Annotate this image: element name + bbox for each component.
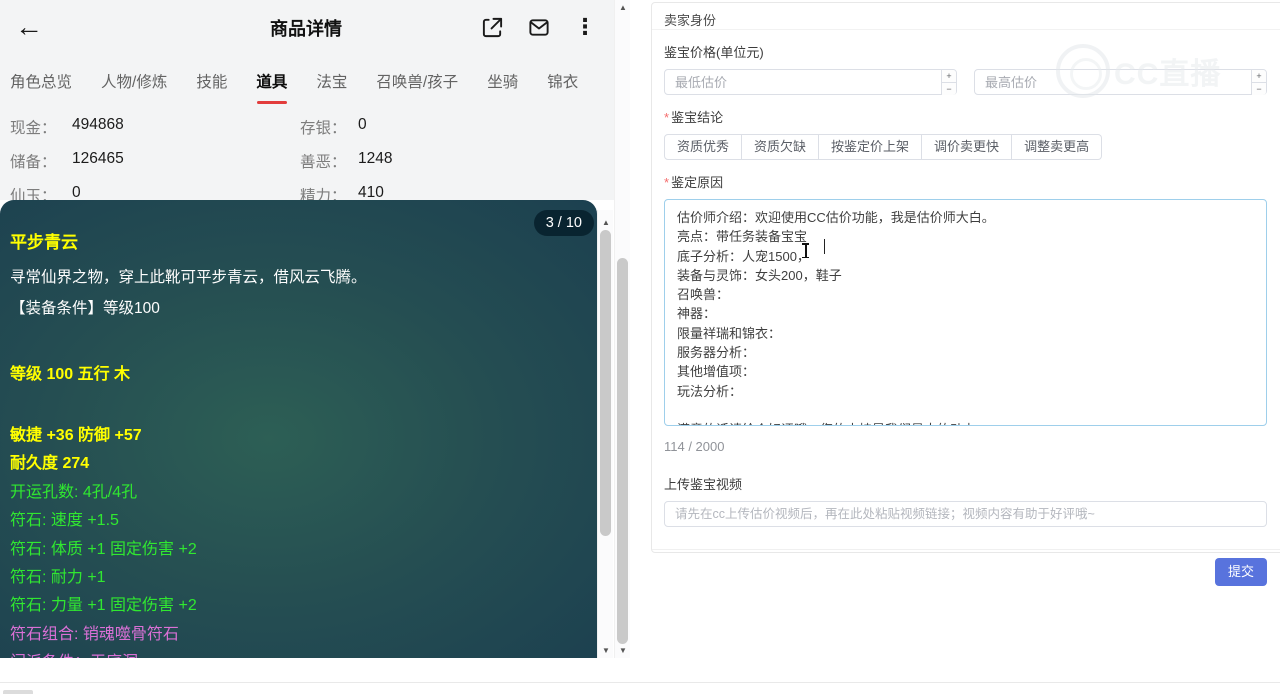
btn-adjust-sell-higher[interactable]: 调整卖更高 xyxy=(1012,134,1103,160)
reason-label: 鉴定原因 xyxy=(664,172,1267,191)
item-name: 平步青云 xyxy=(10,233,78,252)
item-attr-line: 符石组合: 销魂噬骨符石 xyxy=(10,625,179,643)
ibeam-cursor-icon xyxy=(801,243,810,258)
seller-identity-header: 卖家身份 xyxy=(652,3,1280,30)
decrement-icon[interactable]: − xyxy=(942,83,956,95)
char-counter: 114 / 2000 xyxy=(664,439,725,454)
header-actions: ⋮ xyxy=(481,14,596,40)
appraisal-form-card: 卖家身份 鉴宝价格(单位元) + − + − xyxy=(651,2,1280,586)
item-detail-panel: ← 商品详情 ⋮ 角色总览 人物/修炼 技能 道具 法宝 召唤兽/孩子 坐骑 锦… xyxy=(0,0,630,658)
item-attr-line: 符石: 耐力 +1 xyxy=(10,569,106,587)
stat-row: 储备： 126465 善恶： 1248 xyxy=(10,144,610,178)
btn-quality-lacking[interactable]: 资质欠缺 xyxy=(742,134,820,160)
stat-row: 现金： 494868 存银： 0 xyxy=(10,110,610,144)
price-inputs-row: + − + − xyxy=(664,69,1267,95)
item-pagination-badge: 3 / 10 xyxy=(533,210,594,236)
tab-items[interactable]: 道具 xyxy=(256,70,287,104)
max-price-input[interactable] xyxy=(975,70,1250,94)
scroll-up-icon[interactable]: ▲ xyxy=(598,218,614,227)
conclusion-button-group: 资质优秀 资质欠缺 按鉴定价上架 调价卖更快 调整卖更高 xyxy=(664,134,1103,160)
item-attributes: 敏捷 +36 防御 +57 耐久度 274 开运孔数: 4孔/4孔 符石: 速度… xyxy=(10,422,583,658)
max-price-spinner: + − xyxy=(1251,70,1266,95)
item-detail-card: 3 / 10 平步青云 寻常仙界之物，穿上此靴可平步青云，借风云飞腾。 【装备条… xyxy=(0,200,597,658)
scroll-down-icon[interactable]: ▼ xyxy=(615,646,631,655)
active-tab-underline xyxy=(256,101,287,104)
min-price-input-wrap: + − xyxy=(664,69,957,95)
item-equip-condition: 【装备条件】等级100 xyxy=(10,300,160,317)
app-root: ← 商品详情 ⋮ 角色总览 人物/修炼 技能 道具 法宝 召唤兽/孩子 坐骑 锦… xyxy=(0,0,1280,694)
item-attr-line: 开运孔数: 4孔/4孔 xyxy=(10,483,138,501)
btn-list-at-appraisal-price[interactable]: 按鉴定价上架 xyxy=(819,134,923,160)
character-stats: 现金： 494868 存银： 0 储备： 126465 善恶： 1248 仙玉： 0 精力… xyxy=(10,110,610,212)
btn-quality-excellent[interactable]: 资质优秀 xyxy=(664,134,743,160)
item-description: 寻常仙界之物，穿上此靴可平步青云，借风云飞腾。 xyxy=(10,269,367,286)
bottom-divider xyxy=(0,682,1280,683)
btn-adjust-price-sell-faster[interactable]: 调价卖更快 xyxy=(922,134,1013,160)
video-link-input[interactable] xyxy=(664,501,1267,527)
scroll-up-icon[interactable]: ▲ xyxy=(615,3,631,12)
stat-karma: 善恶： 1248 xyxy=(300,150,393,171)
form-body: 鉴宝价格(单位元) + − + − 鉴宝结论 xyxy=(652,42,1280,527)
min-price-input[interactable] xyxy=(665,70,940,94)
increment-icon[interactable]: + xyxy=(1252,70,1266,83)
item-attr-line: 门派条件：无底洞 xyxy=(10,649,583,658)
tab-treasures[interactable]: 法宝 xyxy=(316,70,347,104)
video-label: 上传鉴宝视频 xyxy=(664,477,743,492)
max-price-input-wrap: + − xyxy=(974,69,1267,95)
panel-scrollbar[interactable]: ▲ ▼ xyxy=(614,0,630,658)
tab-clothes[interactable]: 锦衣 xyxy=(547,70,578,104)
category-tabs: 角色总览 人物/修炼 技能 道具 法宝 召唤兽/孩子 坐骑 锦衣 xyxy=(10,70,578,104)
tab-character-cultivation[interactable]: 人物/修炼 xyxy=(101,70,167,104)
form-footer: 提交 xyxy=(652,549,1280,586)
decrement-icon[interactable]: − xyxy=(1252,83,1266,95)
scroll-down-icon[interactable]: ▼ xyxy=(598,646,614,655)
stat-deposit: 存银： 0 xyxy=(300,116,367,137)
envelope-icon[interactable] xyxy=(527,16,551,39)
kebab-menu-icon[interactable]: ⋮ xyxy=(574,14,596,40)
price-label: 鉴宝价格(单位元) xyxy=(664,45,764,60)
card-scrollbar[interactable]: ▲ ▼ xyxy=(597,210,613,658)
tab-summons-children[interactable]: 召唤兽/孩子 xyxy=(376,70,458,104)
tab-skills[interactable]: 技能 xyxy=(196,70,227,104)
panel-scrollbar-thumb[interactable] xyxy=(617,258,628,644)
item-attr-line: 符石: 体质 +1 固定伤害 +2 xyxy=(10,540,197,558)
item-attr-line: 符石: 力量 +1 固定伤害 +2 xyxy=(10,597,197,615)
conclusion-label: 鉴宝结论 xyxy=(664,107,1267,126)
partial-bottom-element xyxy=(3,690,33,694)
min-price-spinner: + − xyxy=(941,70,956,95)
text-caret xyxy=(824,239,825,254)
tab-mounts[interactable]: 坐骑 xyxy=(487,70,518,104)
item-attr-line: 耐久度 274 xyxy=(10,455,90,473)
tab-character-overview[interactable]: 角色总览 xyxy=(10,70,72,104)
item-attr-line: 敏捷 +36 防御 +57 xyxy=(10,427,142,444)
appraisal-reason-textarea[interactable]: 估价师介绍：欢迎使用CC估价功能，我是估价师大白。 亮点：带任务装备宝宝 底子分… xyxy=(664,199,1267,426)
stat-reserve: 储备： 126465 xyxy=(10,150,124,171)
submit-button[interactable]: 提交 xyxy=(1214,558,1267,586)
item-attr-line: 符石: 速度 +1.5 xyxy=(10,512,119,530)
stat-cash: 现金： 494868 xyxy=(10,116,124,137)
external-link-icon[interactable] xyxy=(481,16,504,39)
item-level-element: 等级 100 五行 木 xyxy=(10,366,131,383)
card-scrollbar-thumb[interactable] xyxy=(600,230,611,536)
increment-icon[interactable]: + xyxy=(942,70,956,83)
app-header: ← 商品详情 ⋮ xyxy=(0,0,612,56)
